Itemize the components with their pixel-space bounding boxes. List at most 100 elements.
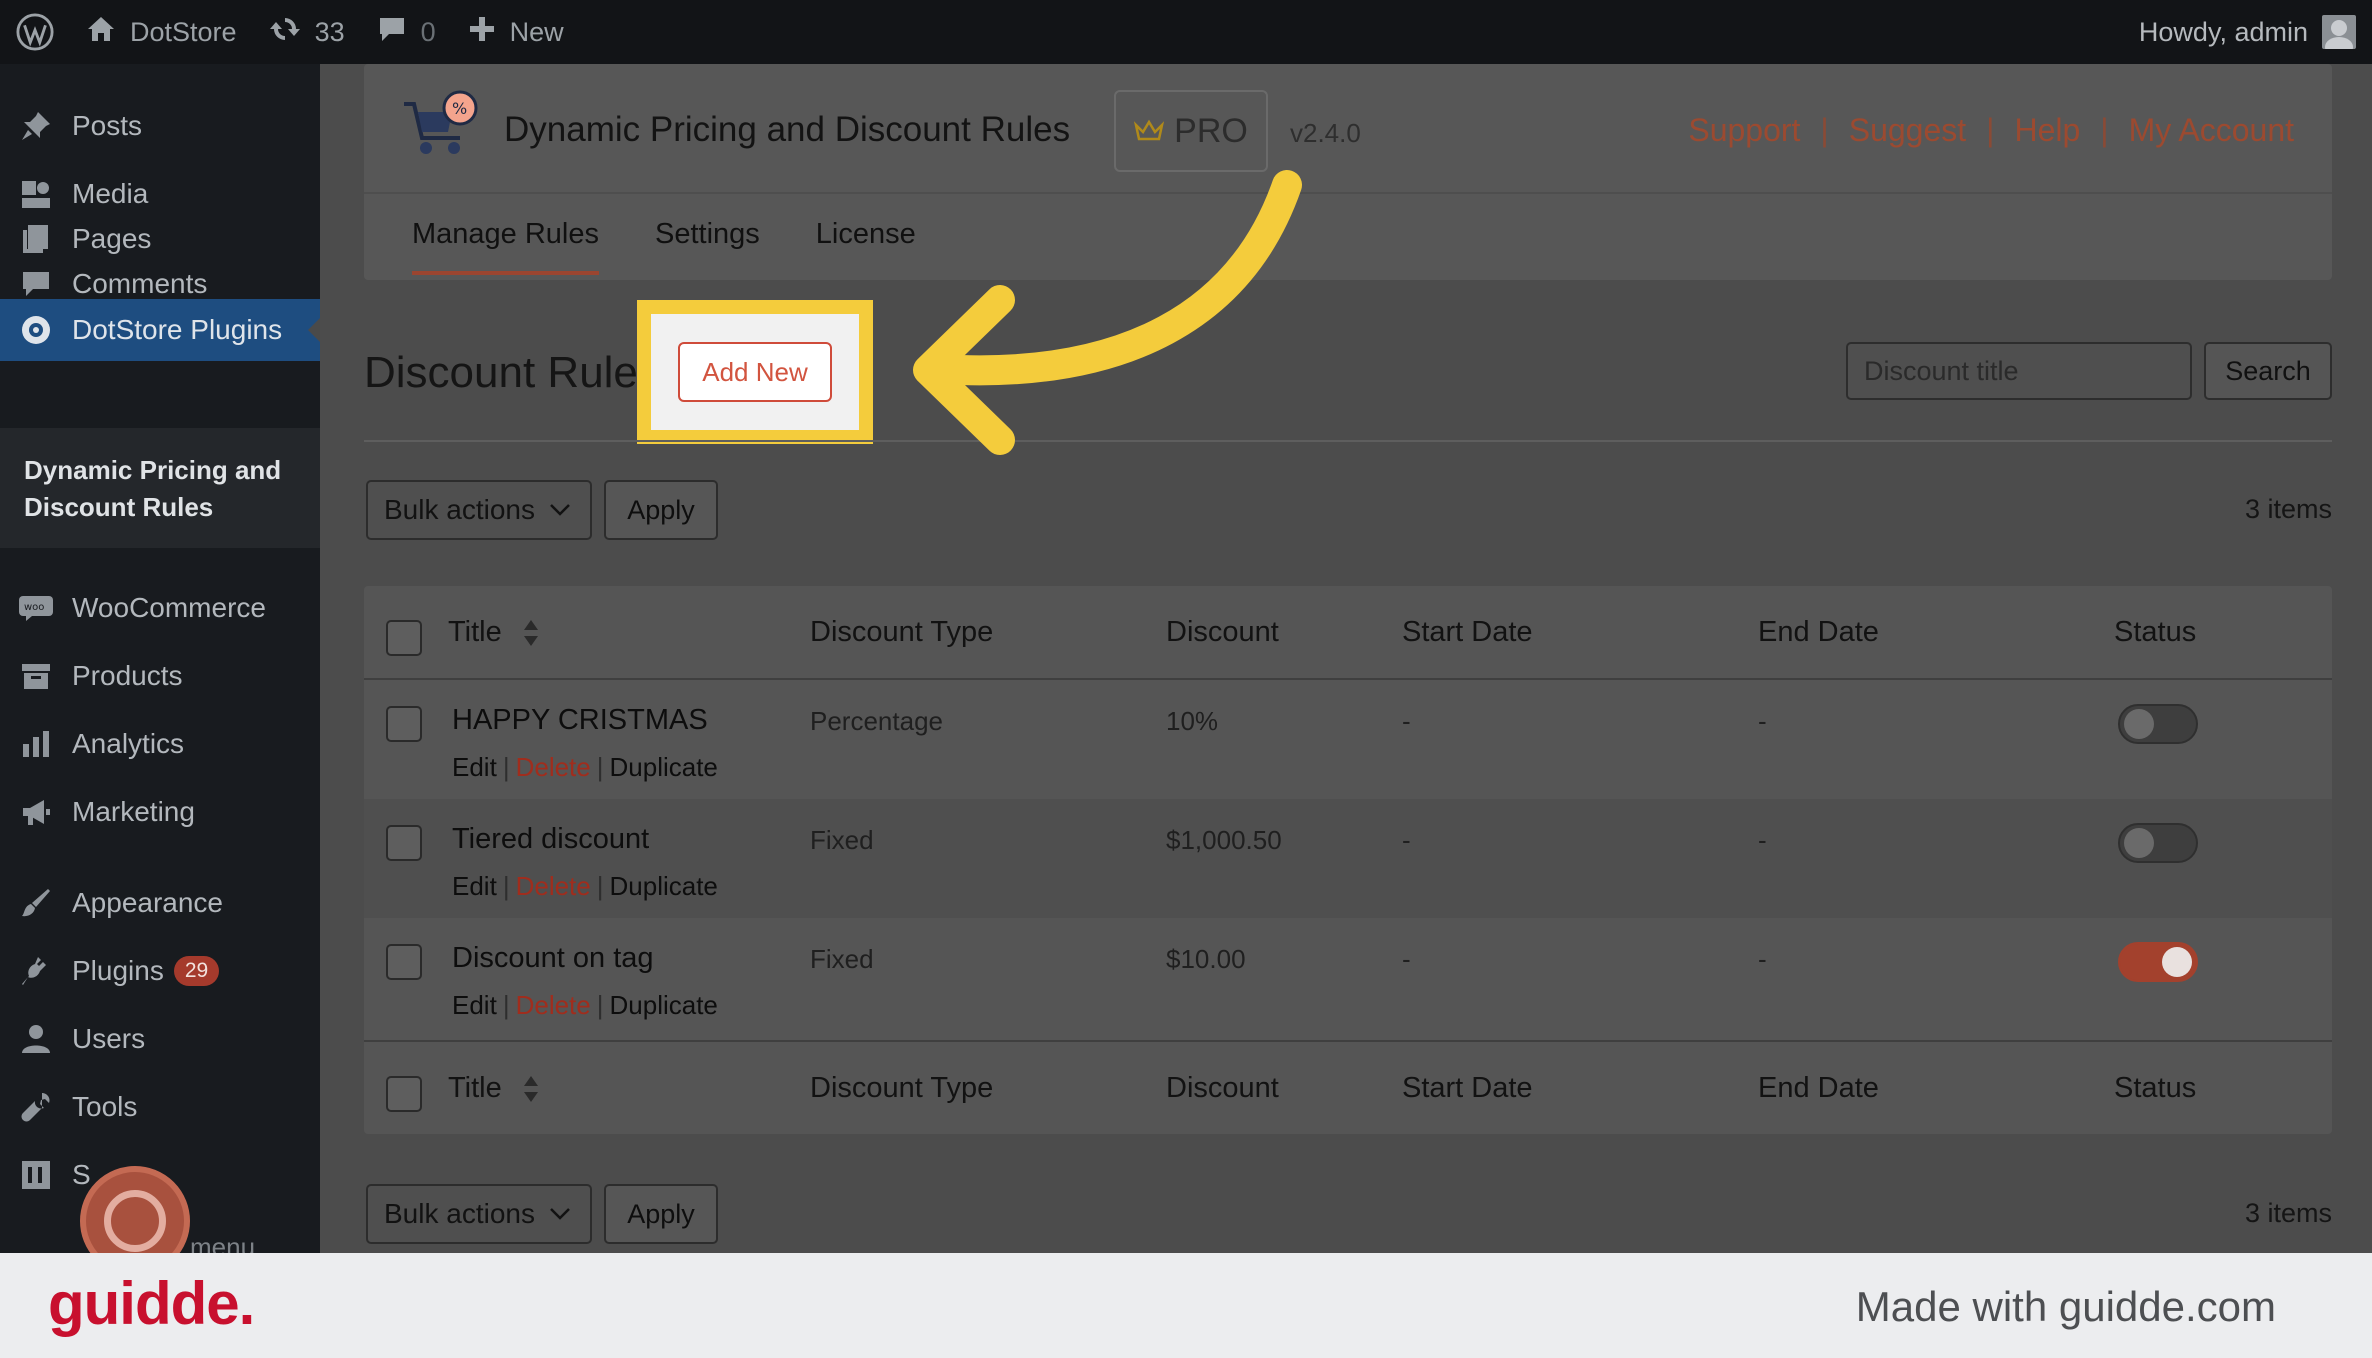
sidebar-item-marketing[interactable]: Marketing (0, 781, 320, 843)
row-checkbox[interactable] (386, 825, 422, 861)
sidebar-item-plugins[interactable]: Plugins 29 (0, 940, 320, 1002)
tab-license[interactable]: License (816, 218, 916, 275)
edit-link[interactable]: Edit (452, 871, 497, 901)
media-icon (18, 176, 54, 212)
discount-rules-table: Title Discount Type Discount Start Date … (364, 586, 2332, 1134)
guidde-footer: guidde. Made with guidde.com (0, 1253, 2372, 1358)
support-link[interactable]: Support (1688, 112, 1800, 149)
select-all-checkbox[interactable] (386, 1076, 422, 1112)
plugin-icon (18, 953, 54, 989)
sidebar-item-appearance[interactable]: Appearance (0, 872, 320, 934)
discount-value: $1,000.50 (1166, 825, 1282, 855)
duplicate-link[interactable]: Duplicate (610, 752, 718, 782)
sort-icon (523, 620, 538, 647)
link-separator: | (1820, 112, 1829, 148)
help-link[interactable]: Help (2014, 112, 2080, 149)
my-account-link[interactable]: My Account (2129, 112, 2294, 149)
archive-icon (18, 658, 54, 694)
row-actions: Edit | Delete | Duplicate (452, 752, 718, 782)
rule-title-link[interactable]: Tiered discount (452, 823, 649, 856)
items-count: 3 items (2244, 494, 2332, 524)
add-new-button[interactable]: Add New (678, 342, 832, 402)
column-title[interactable]: Title (448, 616, 540, 649)
row-checkbox[interactable] (386, 944, 422, 980)
plugin-header-top: % Dynamic Pricing and Discount Rules PRO… (364, 64, 2332, 194)
bulk-actions-select[interactable]: Bulk actions (366, 480, 592, 540)
main-content: % Dynamic Pricing and Discount Rules PRO… (320, 64, 2372, 1253)
search-input[interactable]: Discount title (1846, 342, 2192, 400)
row-checkbox[interactable] (386, 706, 422, 742)
end-date-value: - (1758, 706, 1767, 736)
megaphone-icon (18, 794, 54, 830)
delete-link[interactable]: Delete (516, 990, 591, 1020)
rule-title-link[interactable]: HAPPY CRISTMAS (452, 704, 708, 737)
items-count-bottom: 3 items (2244, 1198, 2332, 1228)
comment-icon (18, 266, 54, 302)
new-content-link[interactable]: New (452, 0, 580, 64)
comments-count: 0 (420, 16, 436, 47)
updates-count: 33 (314, 16, 345, 47)
discount-value: 10% (1166, 706, 1219, 736)
plugin-tabs: Manage Rules Settings License (412, 218, 916, 275)
delete-link[interactable]: Delete (516, 752, 591, 782)
home-icon (86, 14, 116, 51)
select-all-checkbox[interactable] (386, 620, 422, 656)
column-title[interactable]: Title (448, 1072, 540, 1105)
pro-badge[interactable]: PRO (1114, 90, 1268, 172)
status-toggle[interactable] (2118, 823, 2198, 863)
plugins-update-badge: 29 (173, 956, 220, 986)
link-separator: | (1986, 112, 1995, 148)
duplicate-link[interactable]: Duplicate (610, 871, 718, 901)
header-links: Support | Suggest | Help | My Account (1688, 112, 2294, 149)
crown-icon (1134, 119, 1165, 141)
column-discount-type: Discount Type (810, 1072, 994, 1104)
sidebar-item-users[interactable]: Users (0, 1008, 320, 1070)
start-date-value: - (1402, 706, 1411, 736)
sidebar-item-analytics[interactable]: Analytics (0, 713, 320, 775)
sidebar-item-products[interactable]: Products (0, 645, 320, 707)
discount-type-value: Fixed (810, 944, 874, 974)
sidebar-item-woocommerce[interactable]: woo WooCommerce (0, 577, 320, 639)
status-toggle[interactable] (2118, 704, 2198, 744)
row-actions: Edit | Delete | Duplicate (452, 990, 718, 1020)
woo-icon: woo (18, 590, 54, 626)
plus-icon (468, 15, 496, 50)
suggest-link[interactable]: Suggest (1849, 112, 1966, 149)
sidebar-submenu-dynamic-pricing[interactable]: Dynamic Pricing and Discount Rules (0, 428, 320, 548)
delete-link[interactable]: Delete (516, 871, 591, 901)
discount-type-value: Percentage (810, 706, 943, 736)
status-toggle[interactable] (2118, 942, 2198, 982)
apply-button-bottom[interactable]: Apply (604, 1184, 718, 1244)
duplicate-link[interactable]: Duplicate (610, 990, 718, 1020)
wordpress-logo-icon[interactable] (0, 0, 70, 64)
bulk-actions-select-bottom[interactable]: Bulk actions (366, 1184, 592, 1244)
search-button[interactable]: Search (2204, 342, 2332, 400)
comments-link[interactable]: 0 (361, 0, 452, 64)
tab-manage-rules[interactable]: Manage Rules (412, 218, 599, 275)
my-account-menu[interactable]: Howdy, admin (2139, 0, 2356, 64)
column-end-date: End Date (1758, 1072, 1879, 1104)
edit-link[interactable]: Edit (452, 752, 497, 782)
site-name: DotStore (130, 16, 237, 47)
discount-value: $10.00 (1166, 944, 1246, 974)
pages-icon (18, 221, 54, 257)
sidebar-item-posts[interactable]: Posts (0, 95, 320, 157)
updates-link[interactable]: 33 (253, 0, 361, 64)
svg-text:%: % (452, 99, 467, 118)
edit-link[interactable]: Edit (452, 990, 497, 1020)
row-actions: Edit | Delete | Duplicate (452, 871, 718, 901)
sidebar-item-tools[interactable]: Tools (0, 1076, 320, 1138)
site-name-link[interactable]: DotStore (70, 0, 253, 64)
table-row: HAPPY CRISTMAS Edit | Delete | Duplicate Per… (364, 680, 2332, 799)
chevron-down-icon (550, 1208, 570, 1220)
start-date-value: - (1402, 825, 1411, 855)
apply-button[interactable]: Apply (604, 480, 718, 540)
sidebar-collapse-label[interactable]: menu (190, 1232, 255, 1253)
end-date-value: - (1758, 944, 1767, 974)
sidebar-item-dotstore-plugins[interactable]: DotStore Plugins (0, 299, 320, 361)
admin-bar: DotStore 33 0 New Howdy, admin (0, 0, 2372, 64)
tab-settings[interactable]: Settings (655, 218, 760, 275)
rule-title-link[interactable]: Discount on tag (452, 942, 654, 975)
discount-type-value: Fixed (810, 825, 874, 855)
wrench-icon (18, 1089, 54, 1125)
